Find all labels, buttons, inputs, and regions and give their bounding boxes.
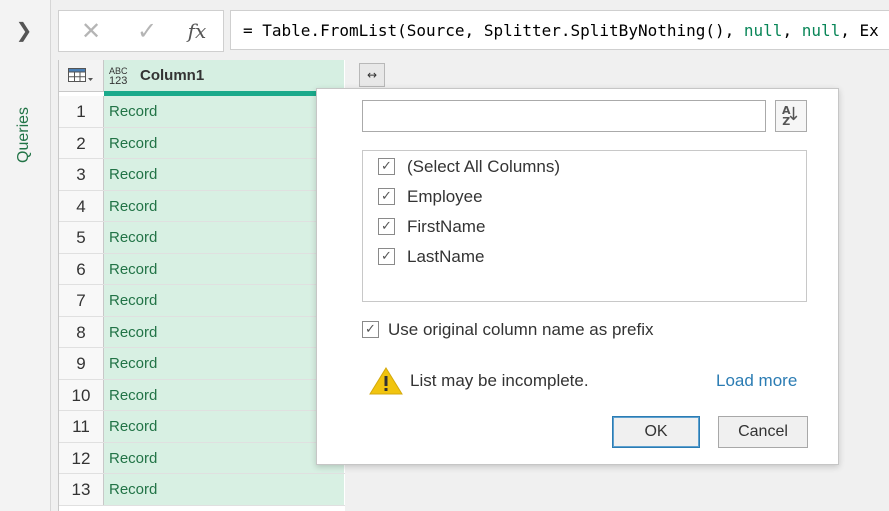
row-number[interactable]: 1 <box>59 96 104 127</box>
prefix-label: Use original column name as prefix <box>388 320 654 339</box>
checkbox-label: FirstName <box>407 217 486 236</box>
row-number[interactable]: 2 <box>59 127 104 158</box>
expand-column-dropdown: AZ ↓ ✓ (Select All Columns) ✓ Employee ✓… <box>316 88 839 465</box>
record-cell[interactable]: Record <box>104 96 344 127</box>
table-row[interactable]: 12 Record <box>59 442 345 474</box>
column-name: Column1 <box>140 67 205 84</box>
row-number[interactable]: 4 <box>59 190 104 221</box>
table-row[interactable]: 5 Record <box>59 222 345 254</box>
record-cell[interactable]: Record <box>104 474 344 505</box>
row-number[interactable]: 8 <box>59 316 104 347</box>
arrow-down-icon: ↓ <box>785 104 801 125</box>
expand-queries-button[interactable]: ❯ <box>12 18 36 42</box>
table-row[interactable]: 3 Record <box>59 159 345 191</box>
table-icon <box>68 68 93 82</box>
any-type-icon[interactable]: ABC 123 <box>109 66 133 87</box>
table-row[interactable]: 13 Record <box>59 474 345 506</box>
row-number[interactable]: 5 <box>59 222 104 253</box>
row-number[interactable]: 11 <box>59 411 104 442</box>
record-cell[interactable]: Record <box>104 285 344 316</box>
record-cell[interactable]: Record <box>104 411 344 442</box>
row-number[interactable]: 3 <box>59 159 104 190</box>
record-cell[interactable]: Record <box>104 159 344 190</box>
table-row[interactable]: 2 Record <box>59 127 345 159</box>
queries-label[interactable]: Queries <box>12 100 36 170</box>
checkbox-check-icon: ✓ <box>378 158 395 175</box>
table-row[interactable]: 11 Record <box>59 411 345 443</box>
table-row[interactable]: 10 Record <box>59 379 345 411</box>
table-row[interactable]: 9 Record <box>59 348 345 380</box>
formula-separator: , <box>840 21 860 40</box>
record-cell[interactable]: Record <box>104 190 344 221</box>
table-rows: 1 Record 2 Record 3 Record 4 Record 5 Record 6 Reco… <box>59 96 345 506</box>
ok-button[interactable]: OK <box>612 416 700 448</box>
row-number[interactable]: 13 <box>59 474 104 505</box>
expand-arrows-icon: ↔ <box>366 68 378 82</box>
checkbox-check-icon: ✓ <box>378 188 395 205</box>
insert-function-button[interactable]: fx <box>177 17 217 45</box>
sort-columns-button[interactable]: AZ ↓ <box>775 100 807 132</box>
row-number[interactable]: 6 <box>59 253 104 284</box>
checkbox-check-icon: ✓ <box>362 321 379 338</box>
formula-text-tail: Ex <box>859 21 879 40</box>
data-grid: ABC 123 Column1 ↔ 1 Record 2 Record 3 Record 4… <box>58 60 385 511</box>
formula-separator: , <box>782 21 802 40</box>
table-row[interactable]: 1 Record <box>59 96 345 128</box>
table-row[interactable]: 7 Record <box>59 285 345 317</box>
commit-formula-button[interactable]: ✓ <box>127 17 167 45</box>
table-menu-button[interactable] <box>59 60 104 92</box>
checkbox-check-icon: ✓ <box>378 218 395 235</box>
cancel-formula-button[interactable]: ✕ <box>71 17 111 45</box>
record-cell[interactable]: Record <box>104 348 344 379</box>
check-icon: ✓ <box>136 17 158 45</box>
record-cell[interactable]: Record <box>104 442 344 473</box>
row-number[interactable]: 10 <box>59 379 104 410</box>
search-columns-input[interactable] <box>362 100 766 132</box>
cancel-button[interactable]: Cancel <box>718 416 808 448</box>
formula-text: = Table.FromList(Source, Splitter.SplitB… <box>243 21 744 40</box>
type-icon-bottom-text: 123 <box>109 75 128 87</box>
chevron-right-icon: ❯ <box>15 18 33 42</box>
load-more-link[interactable]: Load more <box>716 368 797 394</box>
expand-column-button[interactable]: ↔ <box>359 63 385 87</box>
column-header-column1[interactable]: ABC 123 Column1 ↔ <box>104 60 385 92</box>
columns-checklist: ✓ (Select All Columns) ✓ Employee ✓ Firs… <box>362 150 807 302</box>
table-row[interactable]: 8 Record <box>59 316 345 348</box>
queries-pane: ❯ Queries <box>0 0 51 511</box>
table-row[interactable]: 4 Record <box>59 190 345 222</box>
checkbox-check-icon: ✓ <box>378 248 395 265</box>
record-cell[interactable]: Record <box>104 316 344 347</box>
checkbox-label: Employee <box>407 187 483 206</box>
checkbox-label: LastName <box>407 247 485 266</box>
record-cell[interactable]: Record <box>104 222 344 253</box>
record-cell[interactable]: Record <box>104 127 344 158</box>
close-icon: ✕ <box>80 17 102 45</box>
formula-null-keyword: null <box>801 21 841 40</box>
row-number[interactable]: 7 <box>59 285 104 316</box>
warning-icon <box>369 367 403 395</box>
row-number[interactable]: 9 <box>59 348 104 379</box>
warning-text: List may be incomplete. <box>410 371 589 390</box>
formula-buttons: ✕ ✓ fx <box>58 10 224 52</box>
record-cell[interactable]: Record <box>104 253 344 284</box>
formula-input[interactable]: = Table.FromList(Source, Splitter.SplitB… <box>230 10 889 50</box>
formula-null-keyword: null <box>743 21 783 40</box>
checkbox-label: (Select All Columns) <box>407 157 561 176</box>
record-cell[interactable]: Record <box>104 379 344 410</box>
row-number[interactable]: 12 <box>59 442 104 473</box>
table-row[interactable]: 6 Record <box>59 253 345 285</box>
